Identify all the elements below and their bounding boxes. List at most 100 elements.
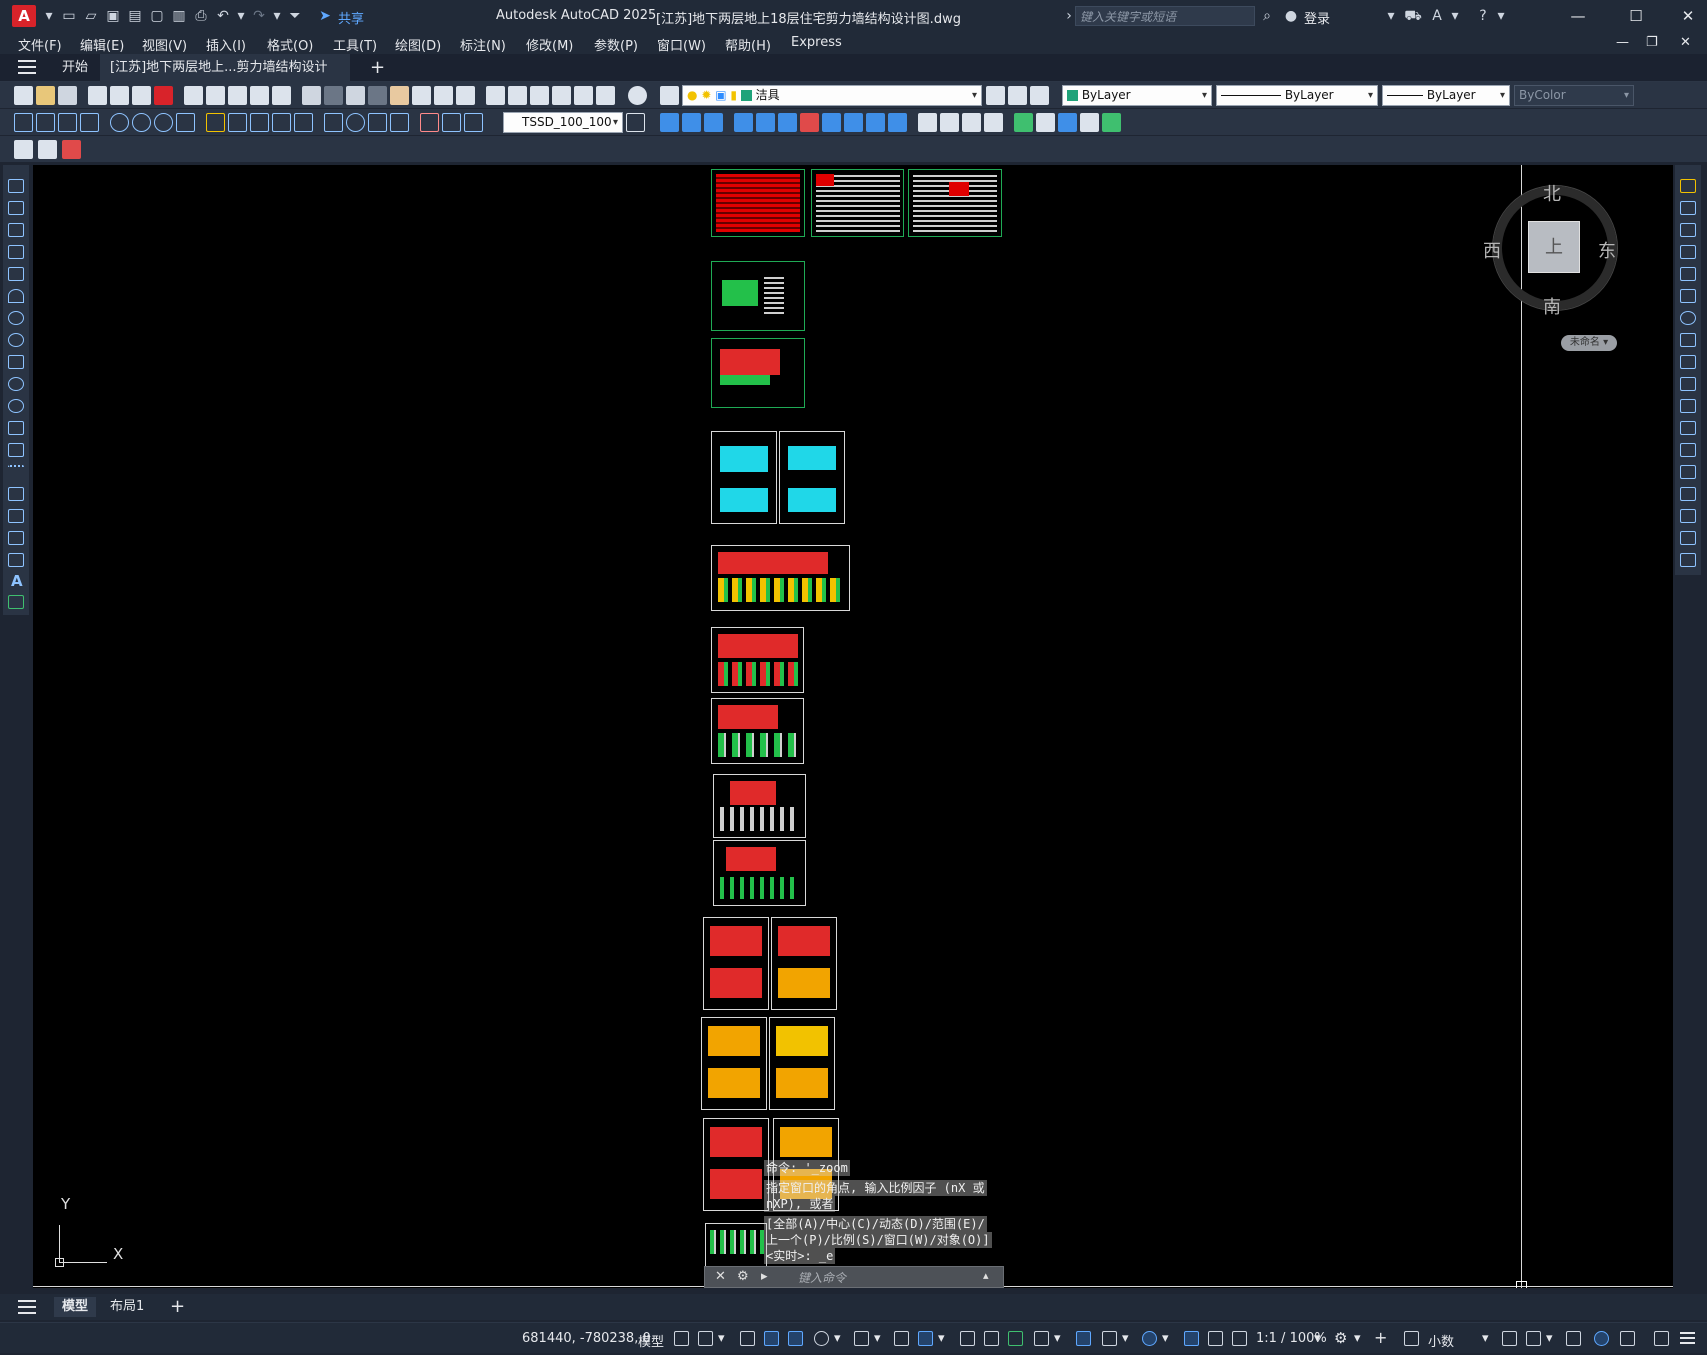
save-icon[interactable]: ▣ [104, 7, 122, 25]
snap-dropdown-icon[interactable]: ▾ [718, 1331, 725, 1346]
ortho-mode-icon[interactable] [788, 1331, 803, 1346]
login-dropdown-icon[interactable]: ▾ [1382, 7, 1400, 25]
dimension-space-icon[interactable] [272, 113, 291, 132]
arc-length-icon[interactable] [58, 113, 77, 132]
properties-palette-icon[interactable] [486, 86, 505, 105]
menu-draw[interactable]: 绘图(D) [395, 35, 441, 54]
selection-cycling-icon[interactable] [1008, 1331, 1023, 1346]
zoom-realtime-icon[interactable] [412, 86, 431, 105]
hardware-acceleration-icon[interactable] [1594, 1331, 1609, 1346]
layer-previous-icon[interactable] [1008, 86, 1027, 105]
coordinates-readout[interactable]: 681440, -780238, 0 [522, 1331, 651, 1346]
ellipse-icon[interactable] [8, 377, 24, 391]
share-button[interactable]: 共享 [338, 8, 364, 27]
annotation-scale-dropdown-icon[interactable]: ▾ [1314, 1331, 1321, 1346]
doc-restore-icon[interactable]: ❐ [1646, 35, 1658, 50]
thicken-icon[interactable] [888, 113, 907, 132]
command-input[interactable]: 键入命令 [798, 1269, 846, 1286]
explode-icon[interactable] [1680, 553, 1696, 567]
osnap-dropdown-icon[interactable]: ▾ [938, 1331, 945, 1346]
doc-close-icon[interactable]: ✕ [1680, 35, 1691, 50]
help-icon[interactable]: ? [1474, 7, 1492, 25]
redo-tb-icon[interactable] [346, 86, 365, 105]
ucs-face-icon[interactable] [1080, 113, 1099, 132]
drawing-sheet[interactable] [711, 698, 804, 764]
join-icon[interactable] [1680, 465, 1696, 479]
copy-icon[interactable] [206, 86, 225, 105]
menu-help[interactable]: 帮助(H) [725, 35, 771, 54]
center-mark-icon[interactable] [346, 113, 365, 132]
grip-handle[interactable] [1516, 1281, 1527, 1288]
render-icon[interactable] [940, 113, 959, 132]
drawing-sheet[interactable] [713, 840, 806, 906]
dimstyle-dropdown[interactable]: TSSD_100_100 ▾ [503, 112, 623, 133]
rectangle-icon[interactable] [8, 267, 24, 281]
isodraft-icon[interactable] [854, 1331, 869, 1346]
maximize-window-icon[interactable]: ☐ [1618, 4, 1654, 28]
drawing-sheet[interactable] [701, 1017, 767, 1110]
snap-mode-icon[interactable] [698, 1331, 713, 1346]
ucs-icon[interactable] [1014, 113, 1033, 132]
ucs-world-icon[interactable] [1036, 113, 1055, 132]
blend-curves-icon[interactable] [1680, 531, 1696, 545]
hide-icon[interactable] [962, 113, 981, 132]
minimize-window-icon[interactable]: — [1560, 4, 1596, 28]
lock-ui-dropdown-icon[interactable]: ▾ [1546, 1331, 1553, 1346]
drawing-sheet[interactable] [703, 917, 769, 1010]
dynamic-input-icon[interactable] [764, 1331, 779, 1346]
make-block-icon[interactable] [8, 443, 24, 457]
save-web-icon[interactable]: ▥ [170, 7, 188, 25]
plot-icon[interactable]: ⎙ [192, 7, 210, 25]
3d-box-icon[interactable] [660, 113, 679, 132]
drawing-sheet[interactable] [711, 338, 805, 408]
polar-tracking-icon[interactable] [814, 1331, 829, 1346]
design-center-icon[interactable] [508, 86, 527, 105]
search-input[interactable]: 键入关键字或短语 [1075, 6, 1255, 26]
quickcalc-icon[interactable] [596, 86, 615, 105]
ucs-previous-icon[interactable] [1058, 113, 1077, 132]
chamfer-icon[interactable] [1680, 487, 1696, 501]
zoom-window-icon[interactable] [434, 86, 453, 105]
drawing-sheet[interactable] [811, 169, 904, 237]
lineweight-dropdown[interactable]: ByLayer ▾ [1382, 85, 1510, 106]
fillet-icon[interactable] [1680, 509, 1696, 523]
user-icon[interactable]: ● [1282, 7, 1300, 25]
circle-icon[interactable] [8, 311, 24, 325]
sweep-icon[interactable] [778, 113, 797, 132]
layer-dropdown[interactable]: ● ✹ ▣ ▮ 洁具 ▾ [682, 85, 982, 106]
redo-icon[interactable]: ↷ [250, 7, 268, 25]
customize-qat-icon[interactable]: ⏷ [286, 7, 304, 25]
save-as-icon[interactable]: ▤ [126, 7, 144, 25]
menu-express[interactable]: Express [791, 35, 842, 50]
open-web-icon[interactable]: ▢ [148, 7, 166, 25]
diameter-dimension-icon[interactable] [154, 113, 173, 132]
command-close-icon[interactable]: ✕ [715, 1269, 726, 1284]
polyline-icon[interactable] [8, 223, 24, 237]
clean-screen-icon[interactable] [1654, 1331, 1669, 1346]
ucs-object-icon[interactable] [1102, 113, 1121, 132]
jogged-dimension-icon[interactable] [132, 113, 151, 132]
infer-constraints-icon[interactable] [740, 1331, 755, 1346]
workspace-dropdown-icon[interactable]: ▾ [1354, 1331, 1361, 1346]
plotstyle-dropdown[interactable]: ByColor ▾ [1514, 85, 1634, 106]
add-selected-icon[interactable] [8, 595, 24, 609]
app-menu-chevron-icon[interactable]: ▾ [40, 7, 58, 25]
command-history-toggle-icon[interactable]: ▴ [983, 1269, 989, 1282]
line-icon[interactable] [8, 179, 24, 193]
menu-edit[interactable]: 编辑(E) [80, 35, 124, 54]
dimension-edit-icon[interactable] [420, 113, 439, 132]
auto-scale-icon[interactable] [1208, 1331, 1223, 1346]
page-setup-icon[interactable] [62, 140, 81, 159]
selection-filter-dropdown-icon[interactable]: ▾ [1122, 1331, 1129, 1346]
aligned-dimension-icon[interactable] [36, 113, 55, 132]
polygon-icon[interactable] [8, 245, 24, 259]
menu-dimension[interactable]: 标注(N) [460, 35, 506, 54]
drawing-sheet[interactable] [713, 774, 806, 838]
erase-icon[interactable] [1680, 179, 1696, 193]
publish-icon[interactable] [132, 86, 151, 105]
add-tab-icon[interactable]: + [360, 54, 395, 82]
viewcube-east-label[interactable]: 东 [1598, 237, 1616, 263]
move-icon[interactable] [1680, 289, 1696, 303]
plot-tb-icon[interactable] [88, 86, 107, 105]
multiline-text-icon[interactable]: A [11, 572, 23, 590]
